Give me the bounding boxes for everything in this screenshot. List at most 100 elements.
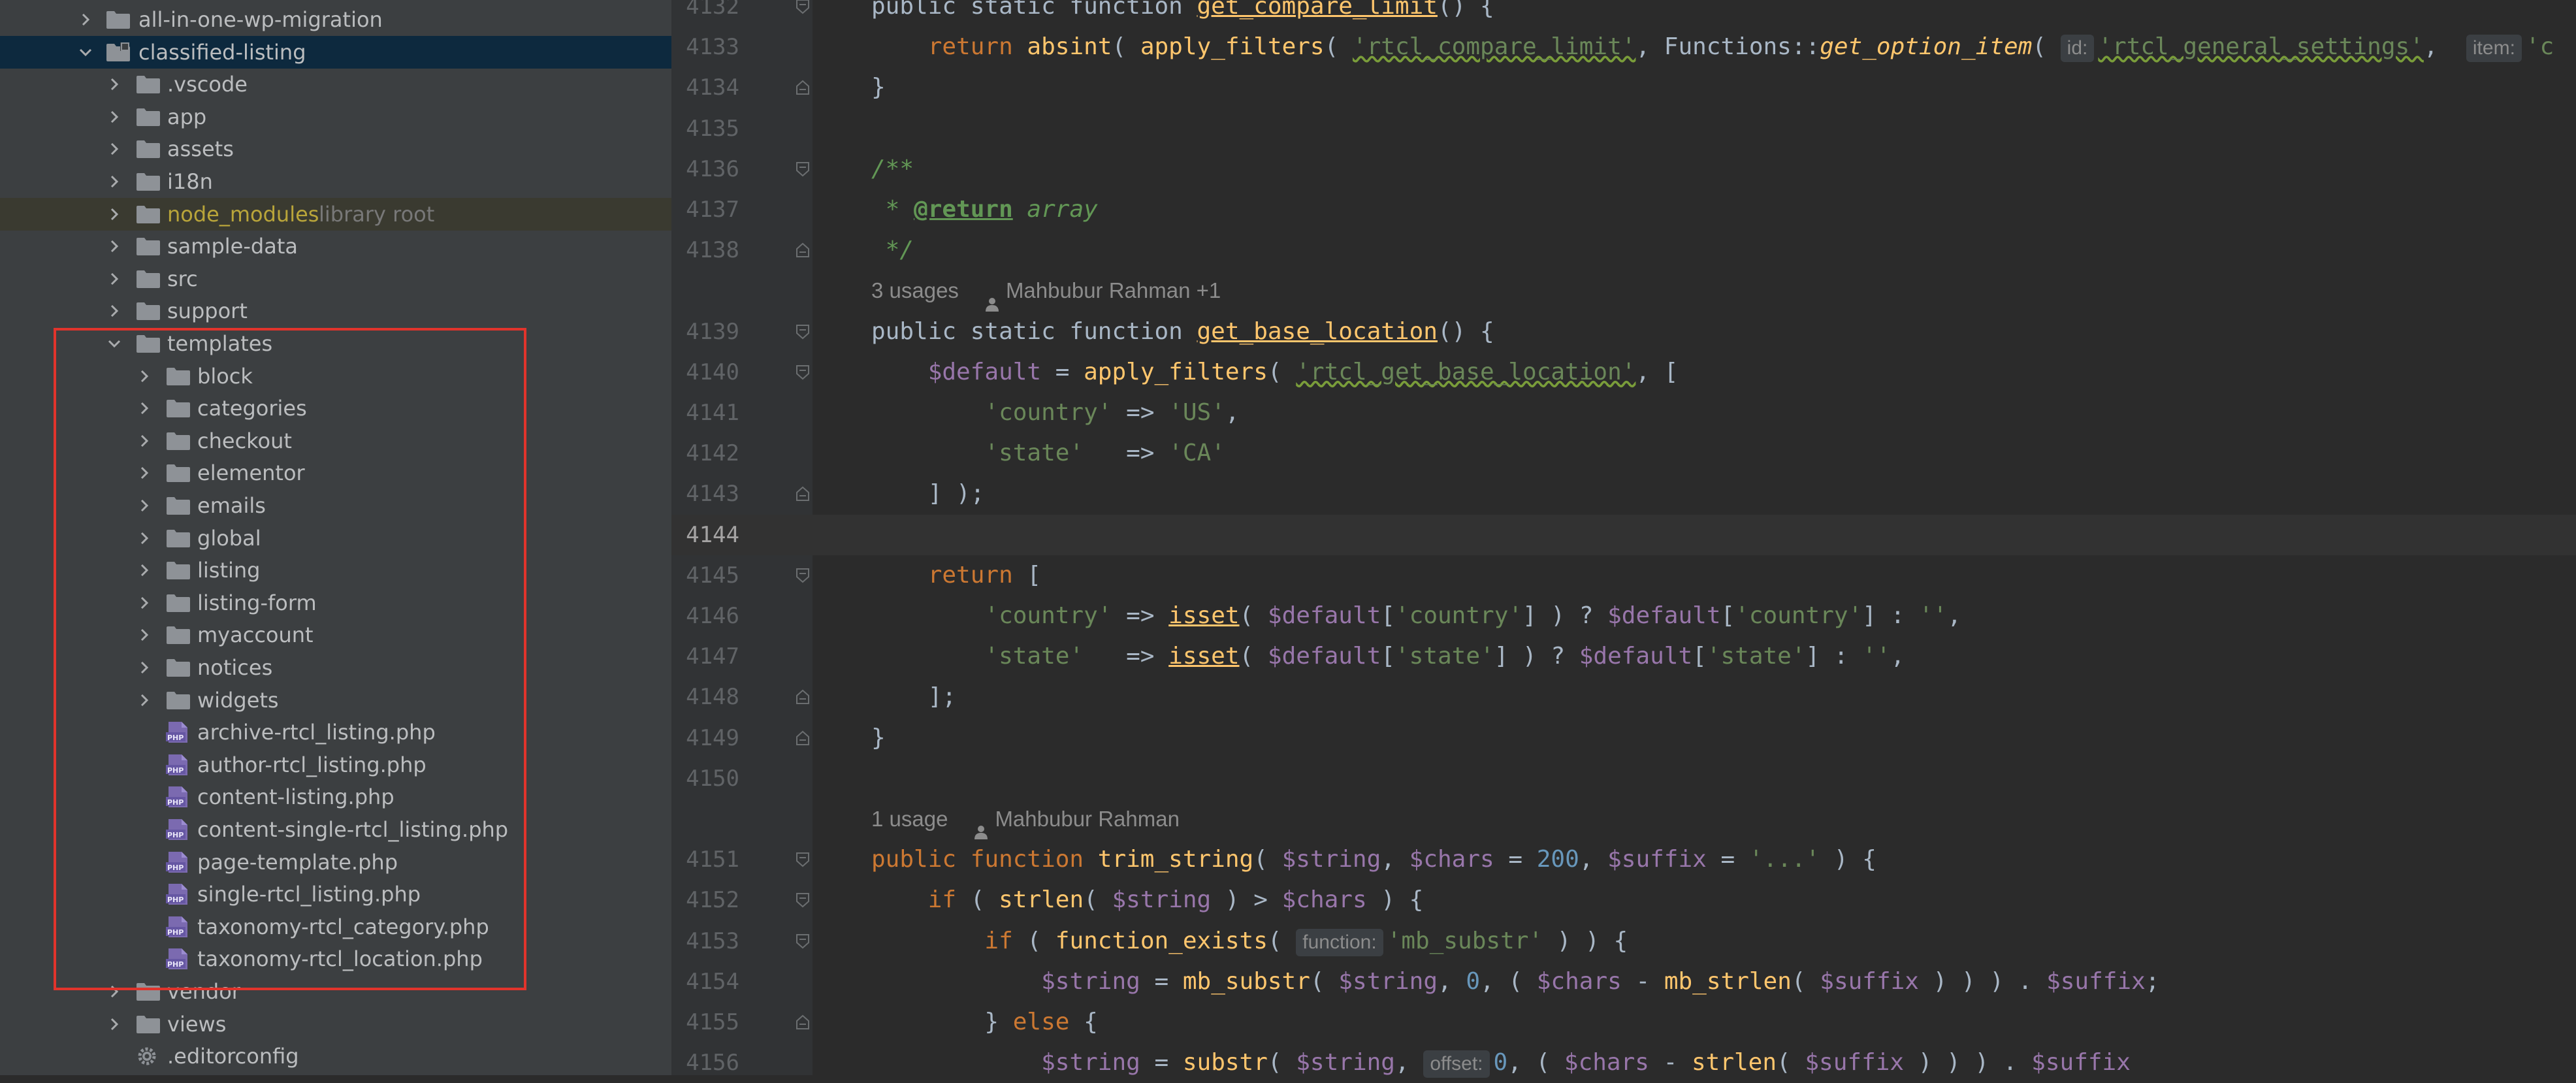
usages-count[interactable]: 1 usage bbox=[871, 807, 948, 831]
code-token: $string bbox=[1041, 967, 1140, 995]
fold-start-icon[interactable] bbox=[796, 933, 810, 949]
fold-start-icon[interactable] bbox=[796, 568, 810, 583]
code-token: 'state' bbox=[1706, 643, 1806, 670]
chevron-down-icon[interactable] bbox=[77, 44, 94, 61]
code-token: , bbox=[1438, 967, 1466, 995]
code-vision-hint[interactable]: 1 usage Mahbubur Rahman bbox=[871, 799, 1180, 840]
tree-item[interactable]: app bbox=[0, 101, 671, 133]
fold-end-icon[interactable] bbox=[796, 689, 810, 705]
tree-item[interactable]: support bbox=[0, 295, 671, 327]
code-token: mb_strlen bbox=[1664, 967, 1792, 995]
code-token: = bbox=[1140, 1049, 1183, 1076]
code-line[interactable]: 'state' => isset( $default['state'] ) ? … bbox=[871, 636, 1905, 677]
code-token: , bbox=[1394, 1049, 1424, 1076]
chevron-right-icon[interactable] bbox=[106, 206, 123, 223]
code-line[interactable]: public static function get_compare_limit… bbox=[871, 0, 1494, 27]
chevron-right-icon[interactable] bbox=[106, 76, 123, 93]
tree-item-label: src bbox=[167, 266, 198, 291]
code-line[interactable]: 'state' => 'CA' bbox=[871, 433, 1225, 474]
code-line[interactable]: public static function get_base_location… bbox=[871, 312, 1494, 352]
chevron-right-icon[interactable] bbox=[106, 270, 123, 287]
folder-icon bbox=[106, 10, 131, 35]
tree-item[interactable]: assets bbox=[0, 133, 671, 165]
fold-start-icon[interactable] bbox=[796, 0, 810, 14]
code-token: apply_filters bbox=[1140, 33, 1325, 61]
code-line[interactable]: ] ); bbox=[871, 474, 985, 514]
code-vision-hint[interactable]: 3 usages Mahbubur Rahman +1 bbox=[871, 270, 1221, 312]
code-line[interactable]: return [ bbox=[871, 555, 1041, 596]
fold-start-icon[interactable] bbox=[796, 324, 810, 340]
code-line[interactable]: $string = substr( $string, offset: 0, ( $… bbox=[871, 1043, 2131, 1083]
fold-start-icon[interactable] bbox=[796, 161, 810, 177]
fold-end-icon[interactable] bbox=[796, 730, 810, 746]
code-token: $string bbox=[1041, 1049, 1140, 1076]
line-number: 4140 bbox=[686, 359, 739, 385]
chevron-right-icon[interactable] bbox=[77, 11, 94, 28]
library-root-hint: library root bbox=[319, 201, 435, 227]
line-number: 4139 bbox=[686, 318, 739, 345]
code-line[interactable]: $default = apply_filters( 'rtcl_get_base… bbox=[871, 352, 1679, 393]
code-line[interactable]: 'country' => 'US', bbox=[871, 393, 1239, 433]
code-token: isset bbox=[1168, 602, 1240, 629]
tree-item[interactable]: i18n bbox=[0, 165, 671, 198]
tree-item[interactable]: src bbox=[0, 263, 671, 295]
fold-end-icon[interactable] bbox=[796, 486, 810, 502]
code-line[interactable]: return absint( apply_filters( 'rtcl_comp… bbox=[871, 27, 2554, 67]
fold-end-icon[interactable] bbox=[796, 80, 810, 95]
tree-item[interactable]: classified-listing bbox=[0, 35, 671, 69]
chevron-right-icon[interactable] bbox=[106, 1016, 123, 1033]
author-name[interactable]: Mahbubur Rahman +1 bbox=[1006, 278, 1221, 302]
tree-item[interactable]: node_modules library root bbox=[0, 197, 671, 231]
code-line[interactable]: if ( function_exists( function:'mb_subst… bbox=[871, 921, 1628, 962]
code-line[interactable]: $string = mb_substr( $string, 0, ( $char… bbox=[871, 962, 2159, 1002]
usages-count[interactable]: 3 usages bbox=[871, 278, 959, 302]
chevron-right-icon[interactable] bbox=[106, 302, 123, 319]
tree-item-label: views bbox=[167, 1011, 227, 1037]
code-token: absint bbox=[1027, 33, 1112, 61]
code-line[interactable]: * @return array bbox=[871, 189, 1098, 230]
code-token: array bbox=[1012, 196, 1098, 223]
code-token: $suffix bbox=[1607, 846, 1707, 873]
chevron-right-icon[interactable] bbox=[106, 140, 123, 157]
fold-end-icon[interactable] bbox=[796, 1014, 810, 1030]
code-line[interactable]: if ( strlen( $string ) > $chars ) { bbox=[871, 880, 1424, 920]
tree-item[interactable]: sample-data bbox=[0, 230, 671, 263]
folder-icon bbox=[136, 1014, 161, 1039]
parameter-hint: function: bbox=[1296, 928, 1383, 956]
code-token: 'state' bbox=[1394, 643, 1494, 670]
tree-item[interactable]: .editorconfig bbox=[0, 1040, 671, 1073]
code-line[interactable]: /** bbox=[871, 149, 914, 189]
code-line[interactable]: ]; bbox=[871, 677, 956, 717]
fold-end-icon[interactable] bbox=[796, 242, 810, 258]
chevron-right-icon[interactable] bbox=[106, 108, 123, 125]
code-line[interactable]: */ bbox=[871, 230, 914, 270]
code-line[interactable]: public function trim_string( $string, $c… bbox=[871, 839, 1876, 880]
fold-start-icon[interactable] bbox=[796, 892, 810, 908]
code-token: - bbox=[1621, 967, 1664, 995]
chevron-right-icon[interactable] bbox=[106, 238, 123, 255]
code-token: = bbox=[1706, 846, 1749, 873]
code-line[interactable]: } bbox=[871, 67, 886, 108]
code-token: , [ bbox=[1635, 358, 1679, 385]
line-number: 4155 bbox=[686, 1009, 739, 1035]
code-token: 'country' bbox=[984, 399, 1112, 426]
line-number: 4151 bbox=[686, 847, 739, 873]
tree-item[interactable]: all-in-one-wp-migration bbox=[0, 3, 671, 36]
code-token: '' bbox=[1918, 602, 1948, 629]
code-token: ( bbox=[1239, 643, 1268, 670]
tree-item-label: .vscode bbox=[167, 72, 248, 97]
fold-start-icon[interactable] bbox=[796, 852, 810, 867]
code-token: $chars bbox=[1281, 886, 1367, 914]
code-token: 0 bbox=[1493, 1049, 1508, 1076]
code-token: */ bbox=[871, 236, 914, 264]
code-line[interactable]: } bbox=[871, 718, 886, 758]
code-line[interactable]: } else { bbox=[871, 1002, 1097, 1043]
tree-item[interactable]: views bbox=[0, 1008, 671, 1041]
author-name[interactable]: Mahbubur Rahman bbox=[995, 807, 1180, 831]
code-token: 'rtcl_compare_limit' bbox=[1352, 33, 1636, 61]
chevron-right-icon[interactable] bbox=[106, 173, 123, 190]
tree-item[interactable]: .vscode bbox=[0, 68, 671, 101]
fold-start-icon[interactable] bbox=[796, 364, 810, 380]
code-line[interactable]: 'country' => isset( $default['country'] … bbox=[871, 596, 1961, 636]
